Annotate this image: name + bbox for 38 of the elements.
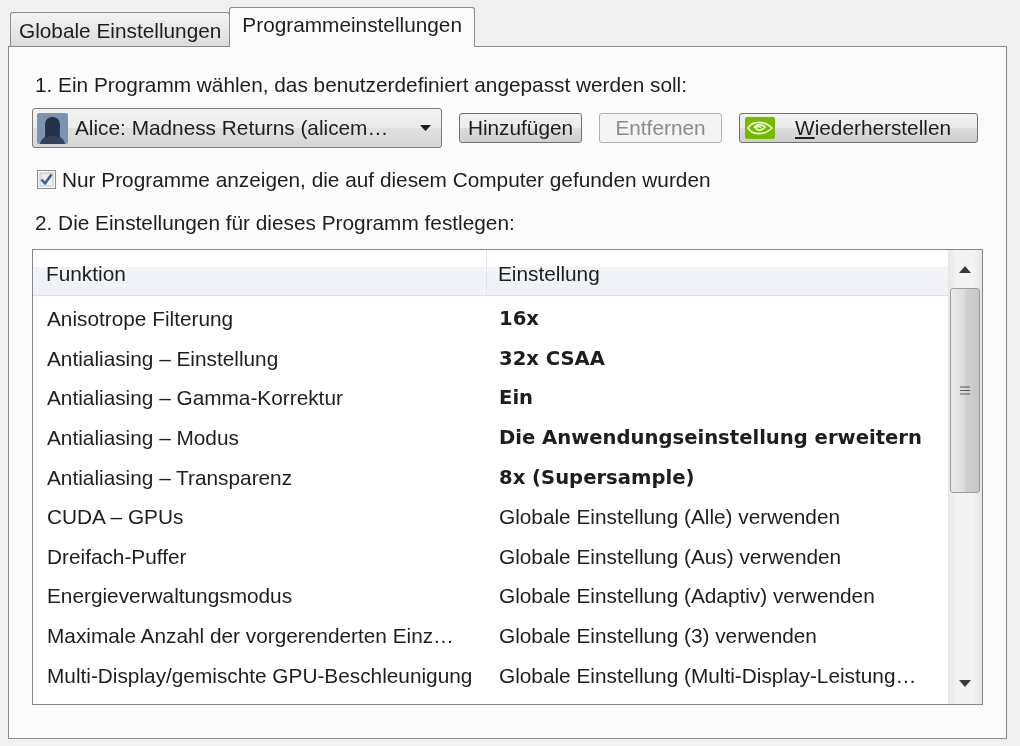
setting-value[interactable]: Ein xyxy=(499,385,534,411)
scrollbar[interactable] xyxy=(948,250,982,704)
feature-name[interactable]: Antialiasing – Transparenz xyxy=(47,464,293,490)
setting-value[interactable]: Die Anwendungseinstellung erweitern xyxy=(499,425,922,451)
column-header[interactable]: Einstellung xyxy=(487,250,948,295)
setting-value[interactable]: 32x CSAA xyxy=(499,345,605,371)
feature-name[interactable]: Multi-Display/gemischte GPU-Beschleunigung xyxy=(47,662,473,688)
scrollbar-thumb[interactable] xyxy=(950,288,980,493)
feature-name[interactable]: Antialiasing – Gamma-Korrektur xyxy=(47,385,343,411)
feature-name[interactable]: Maximale Anzahl der vorgerenderten Einz… xyxy=(47,623,454,649)
setting-value[interactable]: Globale Einstellung (3) verwenden xyxy=(499,623,817,649)
setting-value[interactable]: 8x (Supersample) xyxy=(499,464,695,490)
caret-icon xyxy=(420,125,431,131)
column-header[interactable]: Funktion xyxy=(33,250,487,295)
feature-name[interactable]: Energieverwaltungsmodus xyxy=(47,583,293,609)
button[interactable]: Hinzufügen xyxy=(459,113,582,143)
setting-value[interactable]: Globale Einstellung (Aus) verwenden xyxy=(499,543,842,569)
feature-name[interactable]: Antialiasing – Einstellung xyxy=(47,345,279,371)
tab[interactable]: Globale Einstellungen xyxy=(10,12,231,46)
eye-icon xyxy=(745,117,775,139)
program-dropdown[interactable]: Alice: Madness Returns (alicem… xyxy=(32,108,442,148)
scroll-up-icon[interactable] xyxy=(959,266,971,273)
step-label: 2. Die Einstellungen für dieses Programm festlegen: xyxy=(35,210,515,235)
step-label: 1. Ein Programm wählen, das benutzerdefiniert angepasst werden soll: xyxy=(35,72,687,97)
tab[interactable]: Programmeinstellungen xyxy=(229,7,475,47)
feature-name[interactable]: Anisotrope Filterung xyxy=(47,306,234,332)
setting-value[interactable]: Globale Einstellung (Alle) verwenden xyxy=(499,504,841,530)
button[interactable]: Wiederherstellen xyxy=(739,113,978,143)
checkbox-label[interactable]: Nur Programme anzeigen, die auf diesem Computer gefunden wurden xyxy=(62,167,711,192)
feature-name[interactable]: Antialiasing – Modus xyxy=(47,425,239,451)
scroll-down-icon[interactable] xyxy=(959,680,971,687)
setting-value[interactable]: 16x xyxy=(499,306,539,332)
feature-name[interactable]: CUDA – GPUs xyxy=(47,504,184,530)
person-silhouette-icon xyxy=(37,112,68,144)
checkbox[interactable] xyxy=(37,170,56,189)
feature-name[interactable]: Dreifach-Puffer xyxy=(47,543,187,569)
setting-value[interactable]: Globale Einstellung (Multi-Display-Leistung… xyxy=(499,662,917,688)
setting-value[interactable]: Globale Einstellung (Adaptiv) verwenden xyxy=(499,583,875,609)
